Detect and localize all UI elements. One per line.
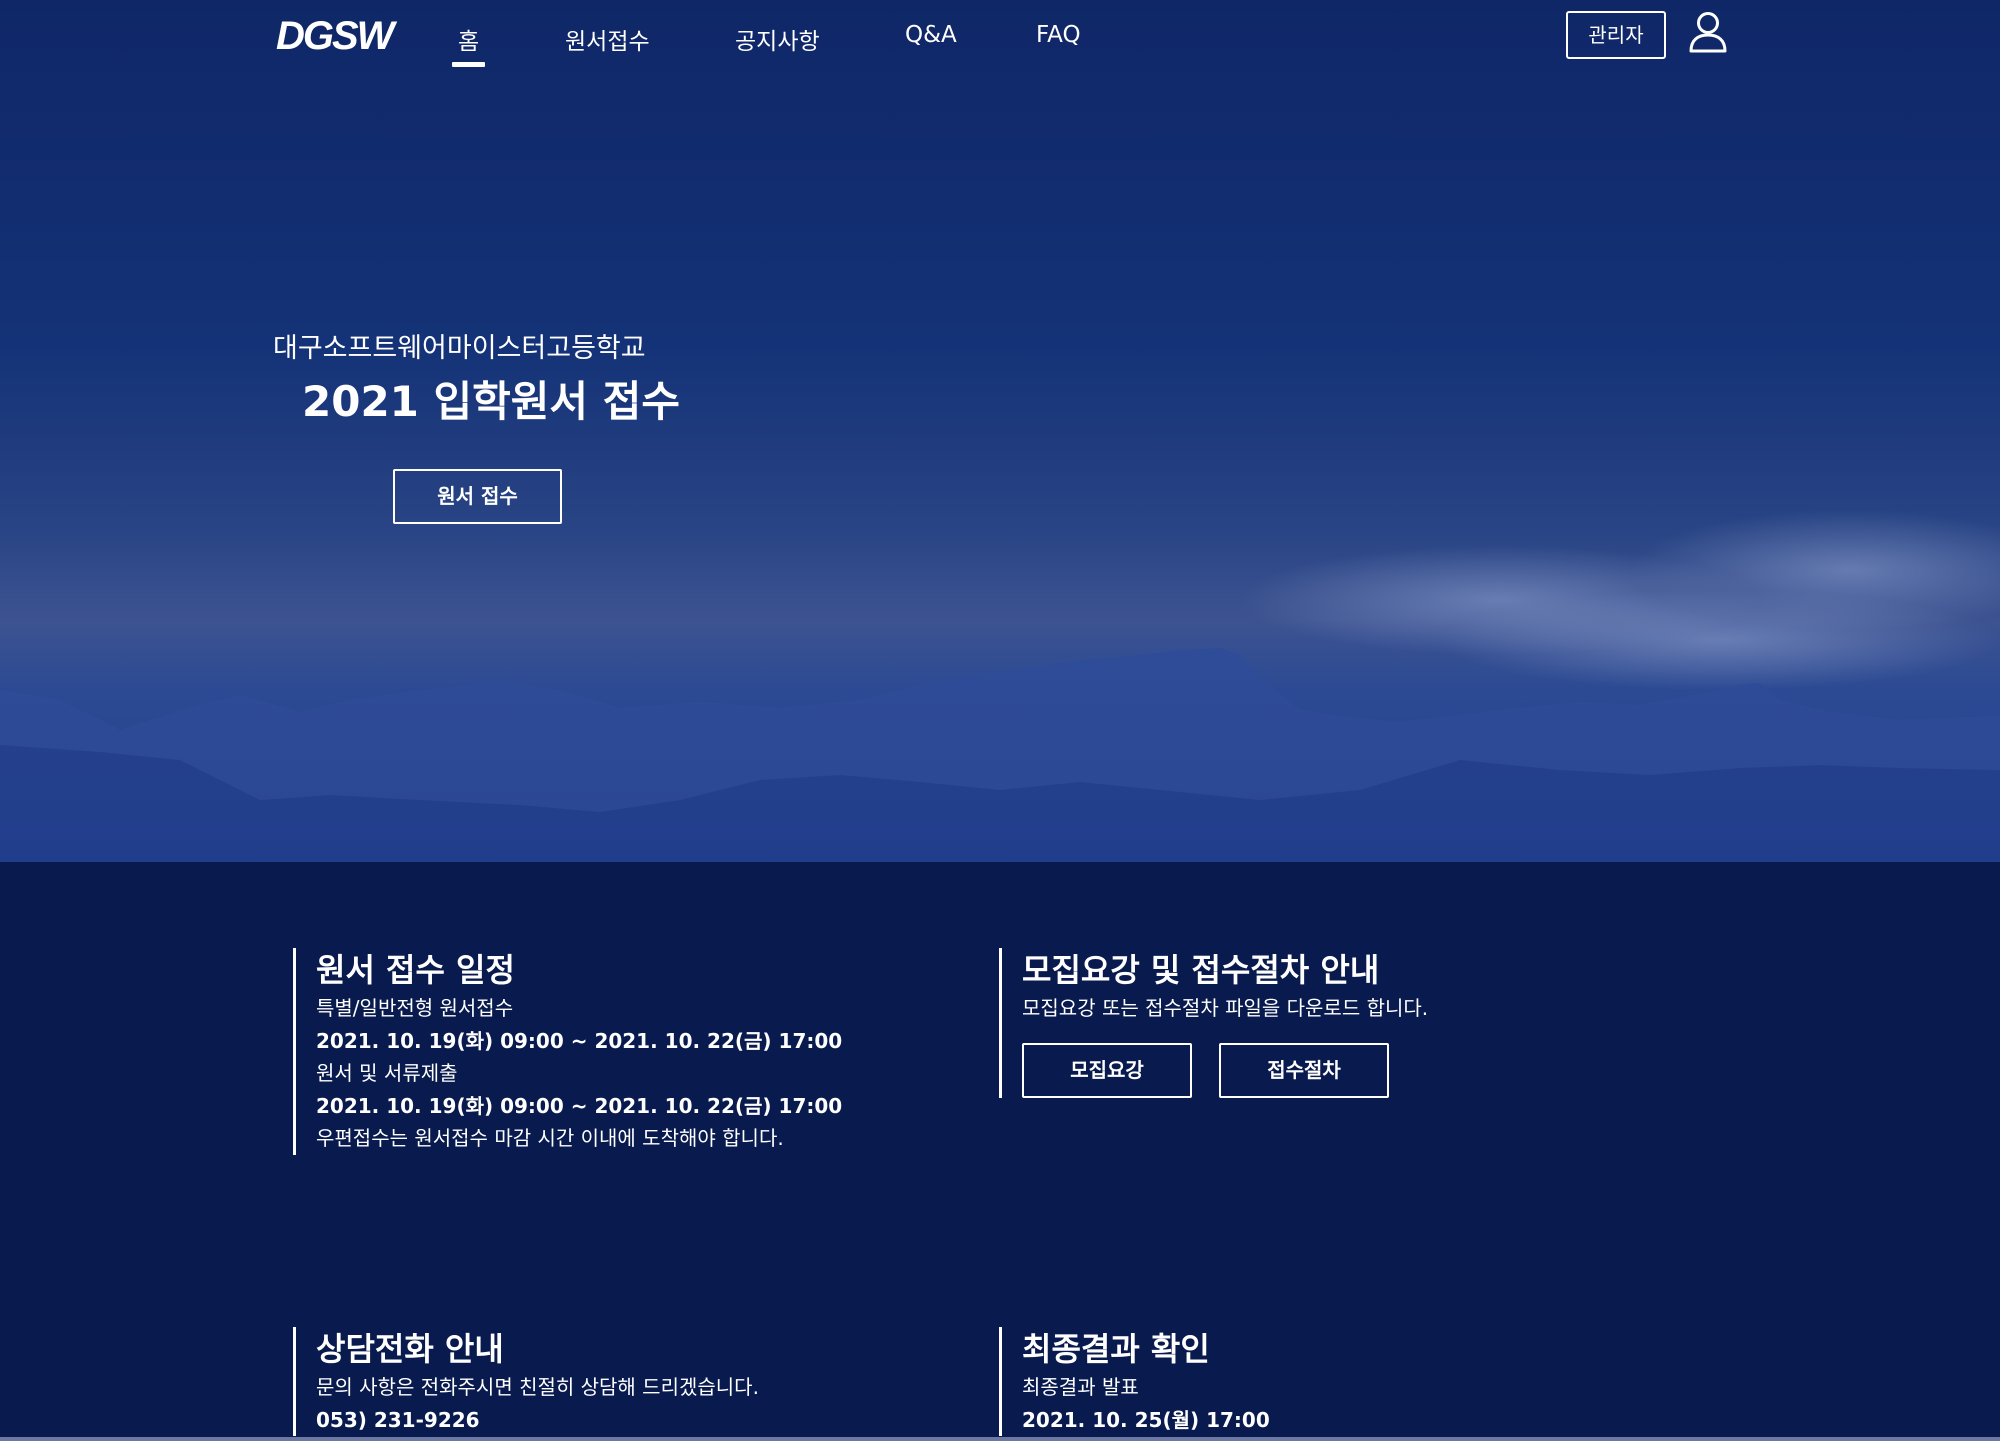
section-title: 상담전화 안내	[316, 1330, 504, 1368]
contact-section: 상담전화 안내 문의 사항은 전화주시면 친절히 상담해 드리겠습니다. 053…	[293, 1327, 759, 1436]
recruitment-guide-button[interactable]: 모집요강	[1022, 1042, 1192, 1098]
nav-item-notices[interactable]: 공지사항	[735, 22, 820, 56]
guide-section: 모집요강 및 접수절차 안내 모집요강 또는 접수절차 파일을 다운로드 합니다…	[999, 948, 1428, 1098]
section-title: 원서 접수 일정	[316, 951, 515, 989]
contact-description: 문의 사항은 전화주시면 친절히 상담해 드리겠습니다.	[316, 1375, 759, 1399]
school-name: 대구소프트웨어마이스터고등학교	[273, 333, 646, 364]
schedule-line: 원서 및 서류제출	[316, 1061, 458, 1085]
nav-item-home[interactable]: 홈	[451, 22, 486, 67]
schedule-section: 원서 접수 일정 특별/일반전형 원서접수 2021. 10. 19(화) 09…	[293, 948, 842, 1155]
nav-item-application[interactable]: 원서접수	[565, 22, 650, 56]
schedule-note: 우편접수는 원서접수 마감 시간 이내에 도착해야 합니다.	[316, 1126, 784, 1150]
apply-button[interactable]: 원서 접수	[393, 469, 562, 524]
download-buttons: 모집요강 접수절차	[1022, 1042, 1428, 1098]
schedule-line: 특별/일반전형 원서접수	[316, 996, 514, 1020]
result-description: 최종결과 발표	[1022, 1375, 1139, 1399]
result-section: 최종결과 확인 최종결과 발표 2021. 10. 25(월) 17:00	[999, 1327, 1270, 1436]
nav-item-faq[interactable]: FAQ	[1036, 22, 1081, 48]
contact-phone[interactable]: 053) 231-9226	[316, 1404, 759, 1437]
mountain-scenery-illustration	[0, 510, 2000, 862]
hero-title: 2021 입학원서 접수	[302, 377, 680, 426]
schedule-date: 2021. 10. 19(화) 09:00 ~ 2021. 10. 22(금) …	[316, 1093, 843, 1118]
user-icon[interactable]	[1688, 10, 1728, 54]
hero-banner	[0, 0, 2000, 862]
top-navigation: DGSW 홈 원서접수 공지사항 Q&A FAQ 관리자	[0, 0, 2000, 80]
guide-description: 모집요강 또는 접수절차 파일을 다운로드 합니다.	[1022, 996, 1429, 1020]
result-date: 2021. 10. 25(월) 17:00	[1022, 1407, 1270, 1432]
page-bottom-edge	[0, 1437, 2000, 1441]
application-procedure-button[interactable]: 접수절차	[1219, 1042, 1389, 1098]
section-title: 모집요강 및 접수절차 안내	[1022, 951, 1380, 989]
dgsw-logo[interactable]: DGSW	[276, 14, 394, 59]
section-title: 최종결과 확인	[1022, 1330, 1210, 1368]
admin-button[interactable]: 관리자	[1566, 11, 1666, 59]
schedule-date: 2021. 10. 19(화) 09:00 ~ 2021. 10. 22(금) …	[316, 1028, 843, 1053]
nav-item-qna[interactable]: Q&A	[905, 22, 957, 48]
